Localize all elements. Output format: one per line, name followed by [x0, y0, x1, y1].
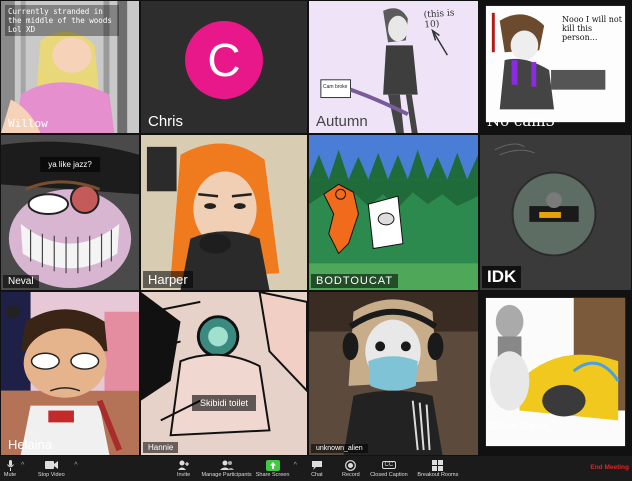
participant-video-hannie	[141, 292, 307, 455]
handwritten-note: (this is 10)	[423, 8, 455, 31]
participant-name: Helaina	[8, 437, 53, 452]
manage-participants-button[interactable]: Manage Participants	[199, 456, 255, 481]
closed-caption-button[interactable]: CC Closed Caption	[366, 456, 412, 481]
record-button[interactable]: Record	[340, 456, 362, 481]
participant-video-harper	[141, 135, 307, 290]
avatar: C	[185, 21, 263, 100]
invite-label: Invite	[177, 472, 191, 478]
sign-text: Cam broke	[323, 84, 348, 90]
manage-participants-label: Manage Participants	[201, 472, 252, 478]
share-options-caret[interactable]: ^	[291, 462, 300, 469]
participant-name: Harper	[143, 271, 193, 288]
participant-name: IDK	[482, 266, 522, 288]
stop-video-label: Stop Video	[37, 472, 65, 478]
participant-tile-no-cam3[interactable]: Nooo I will not kill this person... No c…	[479, 0, 632, 134]
participant-name: Hannie	[143, 442, 179, 453]
participants-icon	[219, 459, 234, 471]
participant-tile-neval[interactable]: ya like jazz? Neval	[0, 134, 140, 291]
participant-name: Chris	[148, 113, 184, 130]
participant-tile-helaina[interactable]: Helaina	[0, 291, 140, 456]
closed-caption-icon-text: CC	[381, 461, 397, 469]
share-screen-button[interactable]: Share Screen	[255, 456, 291, 481]
participant-tile-bodtoucat[interactable]: BODTOUCAT	[308, 134, 479, 291]
invite-button[interactable]: Invite	[173, 456, 195, 481]
record-icon	[345, 459, 357, 471]
participant-name: Autumn	[316, 113, 368, 130]
participant-tile-hannie[interactable]: Skibidi toilet Hannie	[140, 291, 308, 456]
video-overlay-text: Skibidi toilet	[191, 395, 257, 411]
video-overlay-text: ya like jazz?	[40, 157, 100, 172]
participant-name: No cam3	[487, 112, 556, 130]
participant-tile-unknown-alien[interactable]: unknown_alien	[308, 291, 479, 456]
participant-tile-skibidi-sigma[interactable]: Skibidi Sigma	[479, 291, 632, 456]
stop-video-button[interactable]: Stop Video	[31, 456, 71, 481]
chat-label: Chat	[311, 472, 323, 478]
chat-button[interactable]: Chat	[306, 456, 328, 481]
breakout-rooms-button[interactable]: Breakout Rooms	[414, 456, 462, 481]
microphone-icon	[6, 459, 14, 471]
mute-button[interactable]: Mute	[2, 456, 18, 481]
handwritten-note: Nooo I will not kill this person...	[562, 15, 622, 42]
video-camera-icon	[44, 459, 58, 471]
participant-video-helaina	[1, 292, 139, 455]
audio-options-caret[interactable]: ^	[18, 462, 27, 469]
participant-video-unknown-alien	[309, 292, 478, 455]
closed-caption-icon: CC	[381, 459, 397, 471]
breakout-rooms-label: Breakout Rooms	[417, 472, 459, 478]
participant-name: Skibidi Sigma	[487, 421, 548, 432]
participant-tile-harper[interactable]: Harper	[140, 134, 308, 291]
record-label: Record	[342, 472, 360, 478]
breakout-rooms-icon	[432, 459, 444, 471]
share-screen-icon	[265, 459, 280, 471]
video-grid: Currently stranded in the middle of the …	[0, 0, 632, 456]
avatar-letter: C	[207, 34, 241, 87]
participant-tile-idk[interactable]: IDK	[479, 134, 632, 291]
video-overlay-text: Currently stranded in the middle of the …	[5, 5, 119, 36]
participant-name: BODTOUCAT	[311, 274, 399, 288]
share-screen-label: Share Screen	[255, 472, 290, 478]
participant-name: Neval	[3, 275, 39, 288]
participant-name: Willow	[8, 117, 48, 130]
chat-icon	[311, 459, 323, 471]
mute-label: Mute	[3, 472, 17, 478]
participant-name: unknown_alien	[311, 444, 368, 453]
video-options-caret[interactable]: ^	[71, 462, 80, 469]
end-meeting-button[interactable]: End Meeting	[590, 464, 629, 471]
participant-tile-autumn[interactable]: (this is 10) Cam broke Autumn	[308, 0, 479, 134]
participant-video-bodtoucat	[309, 135, 478, 290]
participant-tile-willow[interactable]: Currently stranded in the middle of the …	[0, 0, 140, 134]
closed-caption-label: Closed Caption	[370, 472, 408, 478]
meeting-toolbar: Mute ^ Stop Video ^ Invite Manage Partic…	[0, 456, 632, 481]
participant-tile-chris[interactable]: C Chris	[140, 0, 308, 134]
invite-icon	[178, 459, 190, 471]
